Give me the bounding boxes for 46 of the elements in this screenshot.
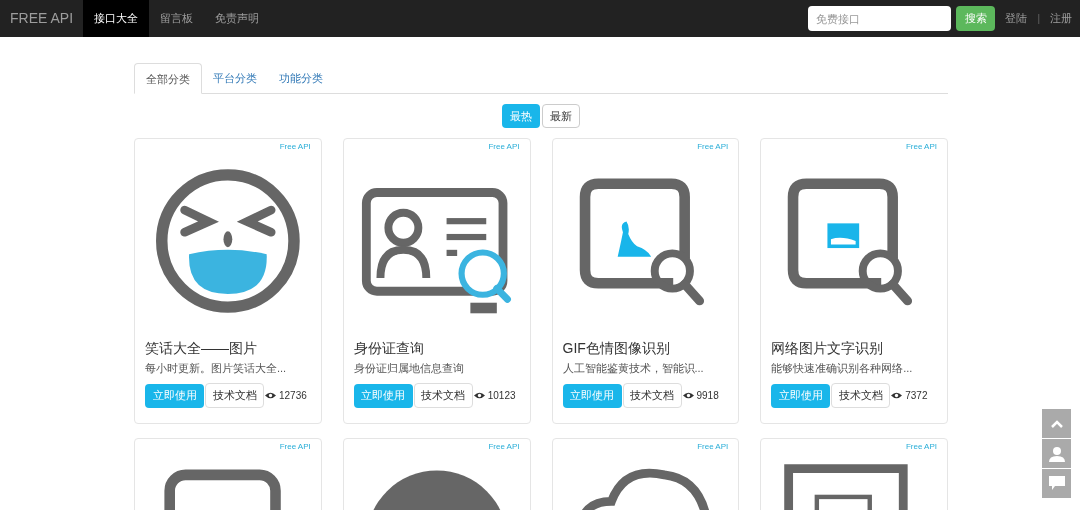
eye-icon <box>265 392 276 399</box>
docs-button[interactable]: 技术文档 <box>413 383 473 408</box>
view-count: 10123 <box>487 389 516 403</box>
docs-button[interactable]: 技术文档 <box>622 383 682 408</box>
view-count: 7372 <box>905 389 928 403</box>
card-title[interactable]: 笑话大全——图片 <box>145 341 311 355</box>
nav-link[interactable]: 免责声明 <box>204 0 271 37</box>
free-api-label: Free API <box>905 143 937 151</box>
chat-icon <box>1048 476 1065 491</box>
docs-button[interactable]: 技术文档 <box>831 383 891 408</box>
brand-logo[interactable]: FREE API <box>0 0 84 37</box>
scroll-top-button[interactable] <box>1042 409 1071 438</box>
card-description: 能够快速准确识别各种网络... <box>771 363 914 374</box>
eye-icon <box>473 392 485 399</box>
nav-link[interactable]: 留言板 <box>149 0 205 37</box>
card-description: 人工智能鉴黄技术，智能识... <box>562 363 705 374</box>
free-api-label: Free API <box>279 143 311 151</box>
card-description: 每小时更新。图片笑话大全... <box>145 363 288 374</box>
free-api-label: Free API <box>488 443 520 451</box>
login-link[interactable]: 登陆 <box>1005 10 1028 27</box>
card-title[interactable]: 身份证查询 <box>353 341 520 355</box>
free-api-label: Free API <box>488 143 520 151</box>
card-title[interactable]: GIF色情图像识别 <box>562 341 729 355</box>
docs-button[interactable]: 技术文档 <box>205 383 264 408</box>
category-tab[interactable]: 功能分类 <box>268 63 334 94</box>
category-tab[interactable]: 全部分类 <box>134 63 202 94</box>
eye-icon <box>682 392 694 399</box>
free-api-label: Free API <box>697 143 729 151</box>
user-icon <box>1048 445 1065 462</box>
free-api-label: Free API <box>905 443 937 451</box>
view-count: 12736 <box>279 389 307 403</box>
free-api-label: Free API <box>279 443 311 451</box>
chevron-up-icon <box>1050 419 1063 428</box>
free-api-label: Free API <box>697 443 729 451</box>
chat-button[interactable] <box>1042 469 1071 498</box>
sort-button[interactable]: 最新 <box>542 104 580 128</box>
card-title[interactable]: 网络图片文字识别 <box>771 341 937 355</box>
user-button[interactable] <box>1042 439 1071 468</box>
search-field[interactable]: 免费接口 <box>808 6 952 31</box>
nav-link[interactable]: 接口大全 <box>83 0 150 37</box>
register-link[interactable]: 注册 <box>1050 10 1072 27</box>
separator: | <box>1037 12 1040 26</box>
view-count: 9918 <box>696 389 719 403</box>
eye-icon <box>891 392 903 399</box>
category-tab[interactable]: 平台分类 <box>202 63 268 94</box>
card-description: 身份证归属地信息查询 <box>353 363 465 374</box>
